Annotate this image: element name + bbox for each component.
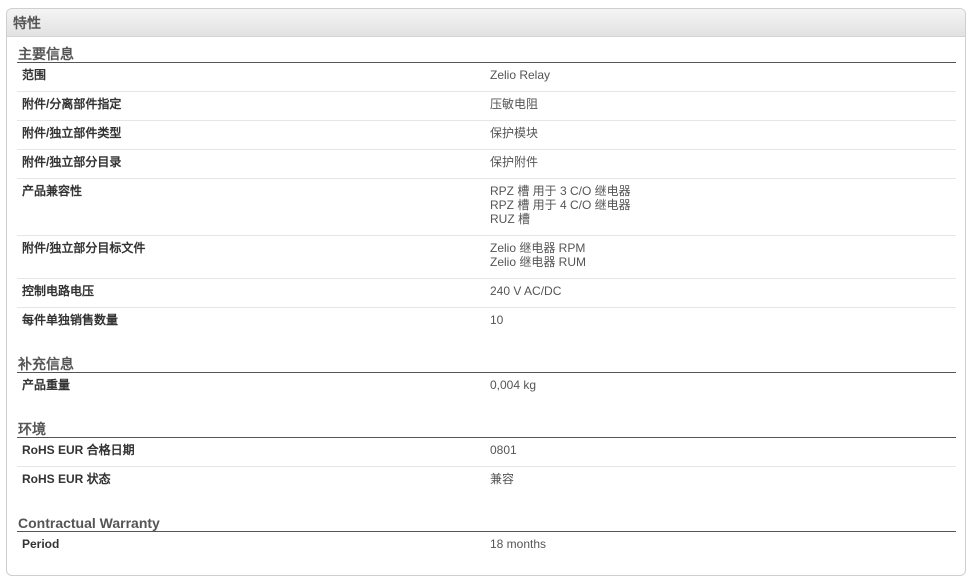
section-contractual-warranty: Contractual Warranty Period 18 months [17,515,956,561]
section-title: 主要信息 [17,46,956,63]
table-row: 附件/独立部分目录 保护附件 [17,150,956,179]
row-value: 保护附件 [490,155,539,169]
table-row: 附件/独立部分目标文件 Zelio 继电器 RPM Zelio 继电器 RUM [17,236,956,279]
row-label: RoHS EUR 合格日期 [22,443,135,457]
row-label: 控制电路电压 [22,284,95,298]
table-row: RoHS EUR 状态 兼容 [17,467,956,496]
section-title: Contractual Warranty [17,515,956,532]
row-label: 附件/分离部件指定 [22,97,122,111]
row-value: 18 months [490,537,547,551]
row-label: 附件/独立部分目录 [22,155,122,169]
row-value: RPZ 槽 用于 3 C/O 继电器 RPZ 槽 用于 4 C/O 继电器 RU… [490,184,631,226]
row-label: 产品兼容性 [22,184,83,198]
row-label: 附件/独立部分目标文件 [22,241,146,255]
table-row: 产品重量 0,004 kg [17,373,956,402]
table-row: 每件单独销售数量 10 [17,308,956,337]
characteristics-panel: 特性 主要信息 范围 Zelio Relay 附件/分离部件指定 压敏电阻 附件… [6,8,966,576]
row-value: 0801 [490,443,517,457]
row-label: 附件/独立部件类型 [22,126,122,140]
row-value: 240 V AC/DC [490,284,562,298]
row-value: 10 [490,313,504,327]
row-value: Zelio Relay [490,68,551,82]
row-value: 保护模块 [490,126,539,140]
table-row: 附件/分离部件指定 压敏电阻 [17,92,956,121]
row-value: 压敏电阻 [490,97,539,111]
panel-body: 主要信息 范围 Zelio Relay 附件/分离部件指定 压敏电阻 附件/独立… [7,46,965,561]
table-row: RoHS EUR 合格日期 0801 [17,438,956,467]
panel-title: 特性 [7,9,965,37]
row-label: 产品重量 [22,378,71,392]
section-title: 补充信息 [17,356,956,373]
row-label: RoHS EUR 状态 [22,472,111,486]
table-row: 范围 Zelio Relay [17,63,956,92]
row-label: Period [22,537,60,551]
section-main-info: 主要信息 范围 Zelio Relay 附件/分离部件指定 压敏电阻 附件/独立… [17,46,956,337]
section-title: 环境 [17,421,956,438]
table-row: 产品兼容性 RPZ 槽 用于 3 C/O 继电器 RPZ 槽 用于 4 C/O … [17,179,956,236]
row-label: 每件单独销售数量 [22,313,119,327]
table-row: 附件/独立部件类型 保护模块 [17,121,956,150]
section-environment: 环境 RoHS EUR 合格日期 0801 RoHS EUR 状态 兼容 [17,421,956,496]
row-value: 兼容 [490,472,515,486]
table-row: 控制电路电压 240 V AC/DC [17,279,956,308]
row-label: 范围 [22,68,47,82]
section-supplementary-info: 补充信息 产品重量 0,004 kg [17,356,956,402]
row-value: 0,004 kg [490,378,537,392]
table-row: Period 18 months [17,532,956,561]
row-value: Zelio 继电器 RPM Zelio 继电器 RUM [490,241,587,269]
